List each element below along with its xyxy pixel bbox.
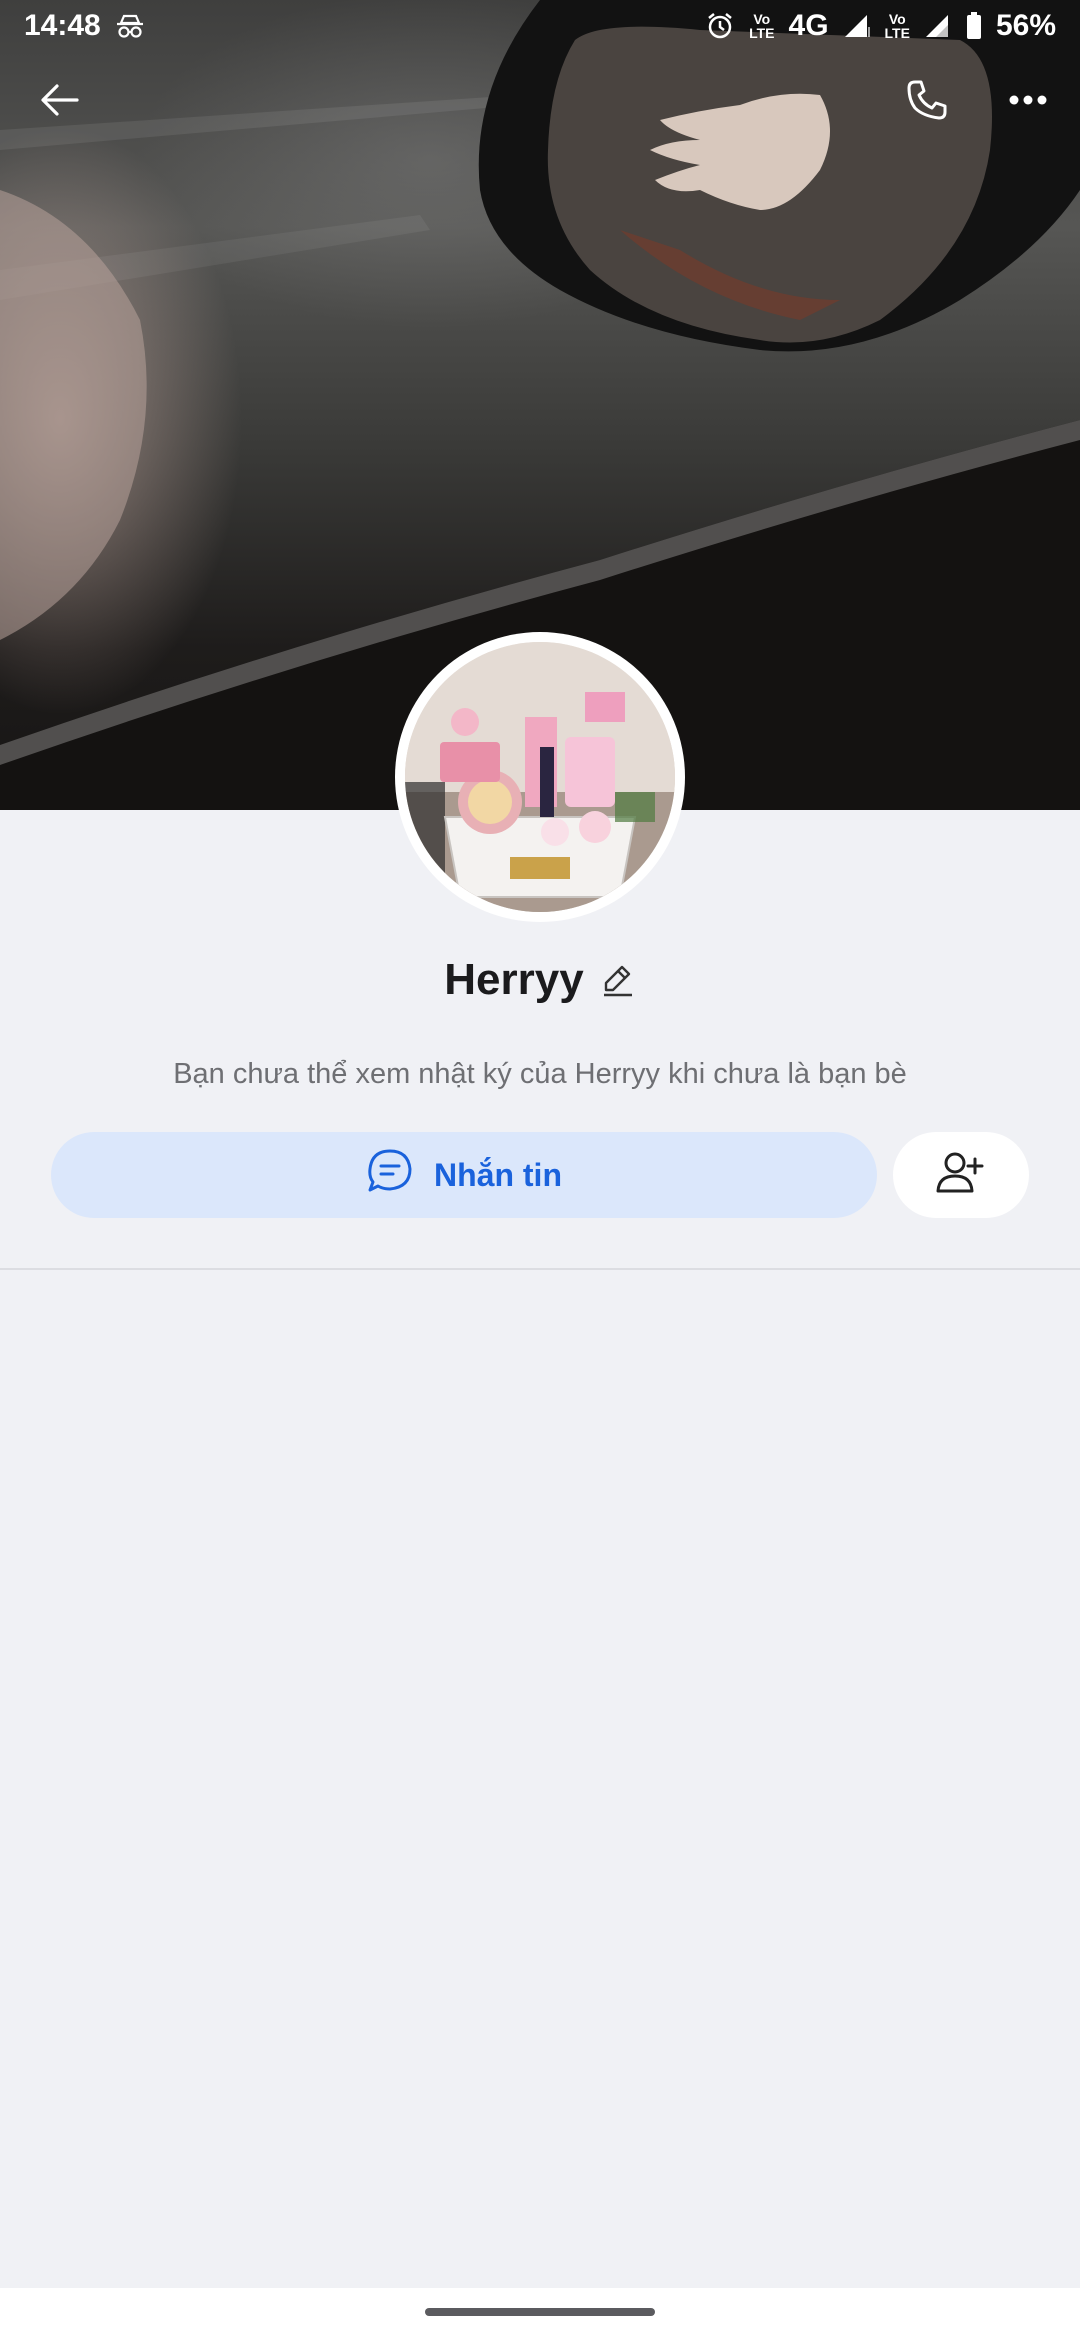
alarm-icon (705, 11, 735, 41)
message-button-label: Nhắn tin (434, 1156, 562, 1193)
network-type: 4G (788, 9, 829, 42)
avatar-image (405, 642, 675, 912)
battery-icon (966, 12, 982, 40)
status-bar: 14:48 Vo LTE 4G Vo LTE 56% (0, 0, 1080, 52)
battery-percent: 56% (995, 9, 1056, 42)
phone-icon (905, 78, 949, 127)
volte-icon: Vo LTE (749, 11, 775, 41)
section-divider (0, 1268, 1080, 1270)
arrow-left-icon (39, 79, 81, 126)
incognito-icon (115, 13, 145, 39)
chat-bubble-icon (366, 1147, 414, 1203)
more-horizontal-icon (1008, 93, 1048, 111)
privacy-note: Bạn chưa thể xem nhật ký của Herryy khi … (173, 1058, 907, 1090)
profile-name-row: Herryy (0, 950, 1080, 1010)
add-user-icon (935, 1149, 987, 1202)
profile-screen: 14:48 Vo LTE 4G Vo LTE 56% Herryy Bạn ch… (0, 0, 1080, 2340)
home-indicator[interactable] (425, 2308, 655, 2316)
pencil-icon[interactable] (600, 962, 636, 998)
profile-name: Herryy (444, 955, 584, 1004)
back-button[interactable] (28, 70, 92, 134)
more-button[interactable] (996, 70, 1060, 134)
add-friend-button[interactable] (893, 1132, 1029, 1218)
status-time: 14:48 (24, 9, 101, 42)
avatar[interactable] (395, 632, 685, 922)
message-button[interactable]: Nhắn tin (51, 1132, 877, 1218)
signal-icon (843, 13, 871, 39)
volte-icon: Vo LTE (884, 11, 910, 41)
signal-icon (924, 13, 952, 39)
call-button[interactable] (895, 70, 959, 134)
